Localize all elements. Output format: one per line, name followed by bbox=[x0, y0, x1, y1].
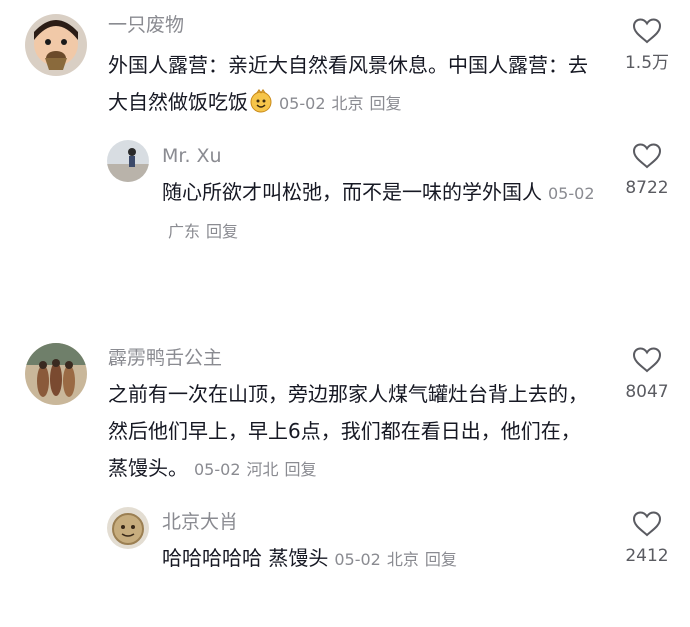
smiling-cartoon-face-icon bbox=[249, 88, 273, 113]
reply-date: 05-02 bbox=[334, 550, 381, 569]
comment-location: 河北 bbox=[246, 460, 279, 479]
avatar-image bbox=[107, 507, 149, 549]
reply-date: 05-02 bbox=[548, 184, 595, 203]
reply-body: 哈哈哈哈哈 蒸馒头 bbox=[162, 546, 329, 570]
like-count: 1.5万 bbox=[624, 53, 670, 73]
heart-outline-icon[interactable] bbox=[612, 17, 682, 45]
reply-text: 哈哈哈哈哈 蒸馒头 05-02 北京 回复 bbox=[162, 540, 624, 578]
like-count: 2412 bbox=[625, 546, 669, 566]
reply-text: 随心所欲才叫松弛，而不是一味的学外国人 05-02 广东 回复 bbox=[162, 174, 624, 250]
avatar[interactable] bbox=[25, 14, 87, 76]
comment-body: 之前有一次在山顶，旁边那家人煤气罐灶台背上去的，然后他们早上，早上6点，我们都在… bbox=[108, 382, 588, 480]
heart-outline-icon[interactable] bbox=[612, 142, 682, 170]
avatar[interactable] bbox=[107, 140, 149, 182]
reply-button[interactable]: 回复 bbox=[285, 460, 317, 479]
avatar[interactable] bbox=[25, 343, 87, 405]
reply-location: 广东 bbox=[168, 222, 201, 241]
reply-username[interactable]: Mr. Xu bbox=[162, 144, 222, 168]
heart-outline-icon[interactable] bbox=[612, 510, 682, 538]
reply-button[interactable]: 回复 bbox=[370, 94, 402, 113]
comment-date: 05-02 bbox=[194, 460, 241, 479]
comment-username[interactable]: 一只废物 bbox=[108, 13, 184, 37]
avatar-image bbox=[25, 14, 87, 76]
comment-username[interactable]: 霹雳鸭舌公主 bbox=[108, 346, 222, 370]
comment-date: 05-02 bbox=[279, 94, 326, 113]
comment-text: 外国人露营：亲近大自然看风景休息。中国人露营：去大自然做饭吃饭 05-02 北京 回复 bbox=[108, 47, 596, 122]
reply-body: 随心所欲才叫松弛，而不是一味的学外国人 bbox=[162, 180, 542, 204]
avatar-image bbox=[107, 140, 149, 182]
like-button[interactable]: 2412 bbox=[612, 510, 682, 566]
avatar[interactable] bbox=[107, 507, 149, 549]
reply-location: 北京 bbox=[386, 550, 419, 569]
comment-location: 北京 bbox=[331, 94, 364, 113]
like-count: 8722 bbox=[625, 178, 669, 198]
like-button[interactable]: 1.5万 bbox=[612, 17, 682, 73]
like-button[interactable]: 8722 bbox=[612, 142, 682, 198]
reply-button[interactable]: 回复 bbox=[425, 550, 457, 569]
reply-button[interactable]: 回复 bbox=[206, 222, 238, 241]
comment-text: 之前有一次在山顶，旁边那家人煤气罐灶台背上去的，然后他们早上，早上6点，我们都在… bbox=[108, 376, 596, 488]
reply-username[interactable]: 北京大肖 bbox=[162, 510, 238, 534]
like-count: 8047 bbox=[625, 382, 669, 402]
heart-outline-icon[interactable] bbox=[612, 346, 682, 374]
avatar-image bbox=[25, 343, 87, 405]
like-button[interactable]: 8047 bbox=[612, 346, 682, 402]
